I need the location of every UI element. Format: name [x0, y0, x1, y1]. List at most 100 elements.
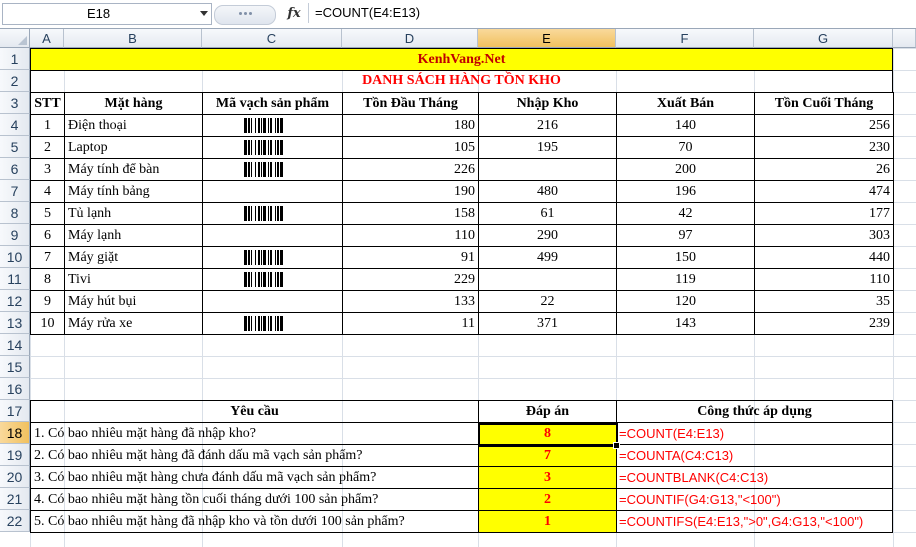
table-cell[interactable]: 8: [30, 268, 65, 291]
answer-cell[interactable]: 7: [478, 444, 617, 467]
table-header-2[interactable]: Mã vạch sản phẩm: [202, 92, 343, 115]
select-all-button[interactable]: [0, 29, 30, 48]
table-cell[interactable]: 180: [342, 114, 479, 137]
row-header-5[interactable]: 5: [0, 136, 30, 158]
name-box[interactable]: E18: [2, 3, 212, 25]
row-header-20[interactable]: 20: [0, 466, 30, 488]
table-cell[interactable]: [478, 158, 617, 181]
row-header-21[interactable]: 21: [0, 488, 30, 510]
site-title-cell[interactable]: KenhVang.Net: [30, 48, 893, 71]
answer-cell[interactable]: 8: [478, 422, 617, 445]
question-cell[interactable]: 2. Có bao nhiêu mặt hàng đã đánh dấu mã …: [30, 444, 479, 467]
table-cell[interactable]: 371: [478, 312, 617, 335]
row-header-14[interactable]: 14: [0, 334, 30, 356]
table-cell[interactable]: 105: [342, 136, 479, 159]
table-cell[interactable]: Điện thoại: [64, 114, 203, 137]
table-cell[interactable]: 177: [754, 202, 894, 225]
table-cell[interactable]: Máy lạnh: [64, 224, 203, 247]
row-header-6[interactable]: 6: [0, 158, 30, 180]
table-cell[interactable]: 11: [342, 312, 479, 335]
table-cell[interactable]: 474: [754, 180, 894, 203]
table-cell[interactable]: 61: [478, 202, 617, 225]
table-cell[interactable]: 140: [616, 114, 755, 137]
table-cell[interactable]: 22: [478, 290, 617, 313]
table-header-6[interactable]: Tồn Cuối Tháng: [754, 92, 894, 115]
table-cell[interactable]: 200: [616, 158, 755, 181]
table-cell[interactable]: 42: [616, 202, 755, 225]
table-cell[interactable]: Tủ lạnh: [64, 202, 203, 225]
table-header-5[interactable]: Xuất Bán: [616, 92, 755, 115]
table-cell[interactable]: [202, 290, 343, 313]
table-cell[interactable]: 7: [30, 246, 65, 269]
formula-cell[interactable]: =COUNTIF(G4:G13,"<100"): [616, 488, 893, 511]
table-cell[interactable]: 91: [342, 246, 479, 269]
chevron-down-icon[interactable]: [200, 11, 208, 16]
table-cell[interactable]: 110: [754, 268, 894, 291]
table-cell[interactable]: 10: [30, 312, 65, 335]
table-cell[interactable]: 196: [616, 180, 755, 203]
table-cell[interactable]: 5: [30, 202, 65, 225]
question-cell[interactable]: 5. Có bao nhiêu mặt hàng đã nhập kho và …: [30, 510, 479, 533]
column-header-d[interactable]: D: [342, 29, 478, 48]
column-header-a[interactable]: A: [30, 29, 64, 48]
row-header-1[interactable]: 1: [0, 48, 30, 70]
row-header-10[interactable]: 10: [0, 246, 30, 268]
table-cell[interactable]: 6: [30, 224, 65, 247]
column-header-f[interactable]: F: [616, 29, 754, 48]
table-cell[interactable]: 190: [342, 180, 479, 203]
table-cell[interactable]: Máy rửa xe: [64, 312, 203, 335]
table-cell[interactable]: 256: [754, 114, 894, 137]
table-title-cell[interactable]: DANH SÁCH HÀNG TỒN KHO: [30, 70, 893, 93]
table-cell[interactable]: Máy giặt: [64, 246, 203, 269]
table-cell[interactable]: 120: [616, 290, 755, 313]
table-cell[interactable]: 229: [342, 268, 479, 291]
question-cell[interactable]: 3. Có bao nhiêu mặt hàng chưa đánh dấu m…: [30, 466, 479, 489]
formula-cell[interactable]: =COUNTIFS(E4:E13,">0",G4:G13,"<100"): [616, 510, 893, 533]
row-header-3[interactable]: 3: [0, 92, 30, 114]
table-cell[interactable]: 3: [30, 158, 65, 181]
table-cell[interactable]: Máy tính để bàn: [64, 158, 203, 181]
formula-cell[interactable]: =COUNTA(C4:C13): [616, 444, 893, 467]
table-cell[interactable]: 239: [754, 312, 894, 335]
formulas-header[interactable]: Công thức áp dụng: [616, 400, 893, 423]
table-cell[interactable]: Máy hút bụi: [64, 290, 203, 313]
table-cell[interactable]: 303: [754, 224, 894, 247]
questions-header[interactable]: Yêu cầu: [30, 400, 479, 423]
formula-input[interactable]: =COUNT(E4:E13): [308, 3, 916, 23]
table-cell[interactable]: [202, 158, 343, 181]
table-cell[interactable]: 290: [478, 224, 617, 247]
answer-cell[interactable]: 3: [478, 466, 617, 489]
table-cell[interactable]: 226: [342, 158, 479, 181]
table-cell[interactable]: 133: [342, 290, 479, 313]
row-header-12[interactable]: 12: [0, 290, 30, 312]
table-cell[interactable]: 97: [616, 224, 755, 247]
table-header-3[interactable]: Tồn Đầu Tháng: [342, 92, 479, 115]
table-cell[interactable]: [202, 180, 343, 203]
row-header-19[interactable]: 19: [0, 444, 30, 466]
formula-cell[interactable]: =COUNT(E4:E13): [616, 422, 893, 445]
row-header-17[interactable]: 17: [0, 400, 30, 422]
answer-cell[interactable]: 2: [478, 488, 617, 511]
table-cell[interactable]: 440: [754, 246, 894, 269]
row-header-8[interactable]: 8: [0, 202, 30, 224]
row-header-18[interactable]: 18: [0, 422, 30, 444]
table-cell[interactable]: [202, 224, 343, 247]
table-cell[interactable]: [202, 136, 343, 159]
row-header-13[interactable]: 13: [0, 312, 30, 334]
column-header-c[interactable]: C: [202, 29, 342, 48]
table-cell[interactable]: [202, 246, 343, 269]
table-cell[interactable]: Máy tính bảng: [64, 180, 203, 203]
table-cell[interactable]: Tivi: [64, 268, 203, 291]
insert-function-icon[interactable]: fx: [284, 4, 304, 24]
row-header-9[interactable]: 9: [0, 224, 30, 246]
row-header-15[interactable]: 15: [0, 356, 30, 378]
table-cell[interactable]: Laptop: [64, 136, 203, 159]
table-cell[interactable]: [202, 202, 343, 225]
table-cell[interactable]: 110: [342, 224, 479, 247]
table-cell[interactable]: 230: [754, 136, 894, 159]
question-cell[interactable]: 4. Có bao nhiêu mặt hàng tồn cuối tháng …: [30, 488, 479, 511]
column-header-e[interactable]: E: [478, 29, 616, 48]
column-header-g[interactable]: G: [754, 29, 893, 48]
table-cell[interactable]: 499: [478, 246, 617, 269]
table-cell[interactable]: 9: [30, 290, 65, 313]
